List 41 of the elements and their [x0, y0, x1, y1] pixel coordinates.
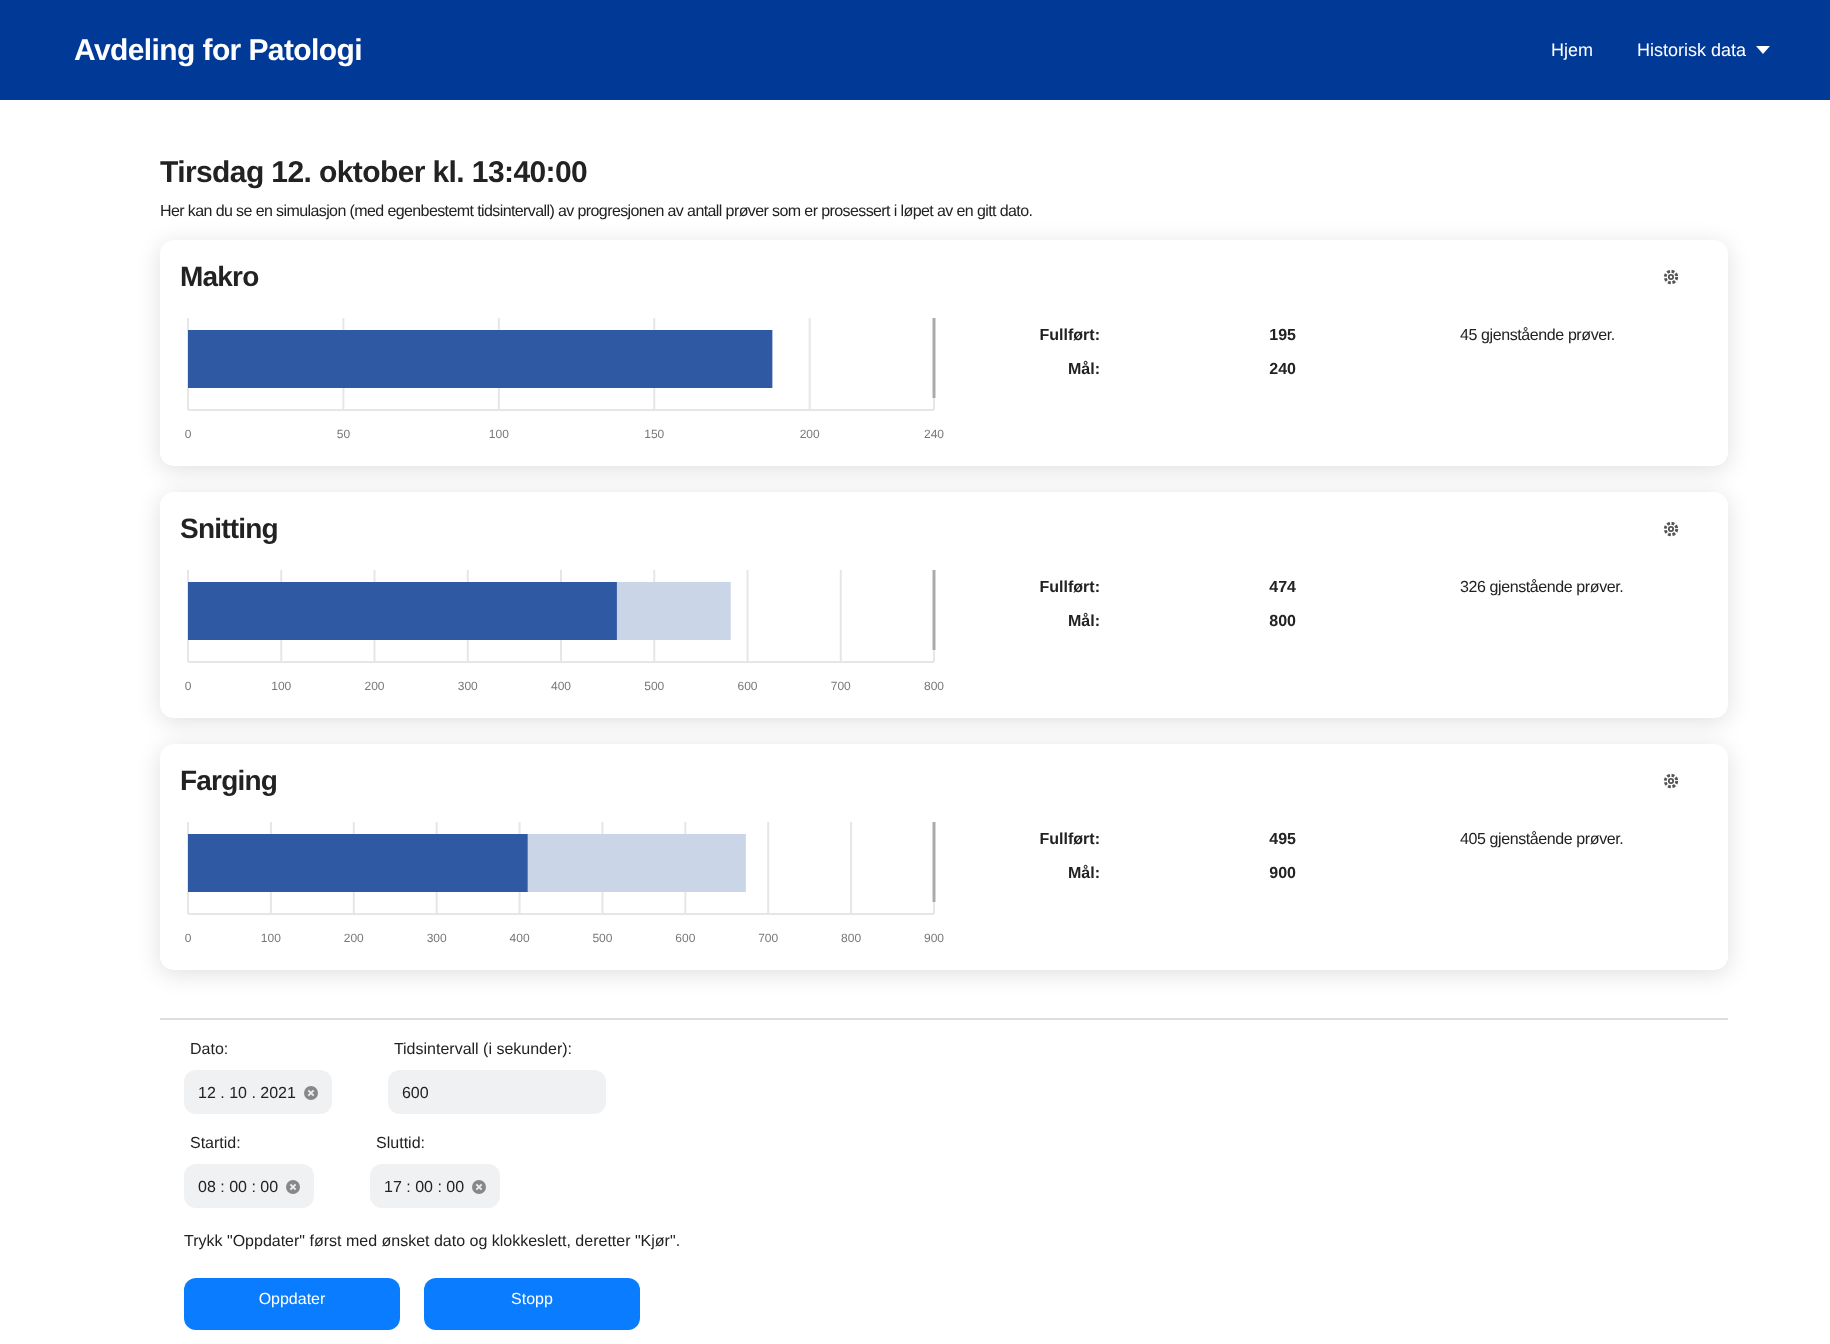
field-label: Tidsintervall (i sekunder):	[391, 1040, 575, 1058]
time-field[interactable]: 08 : 00 : 00	[184, 1164, 315, 1208]
nav-link[interactable]: Hjem	[1550, 40, 1593, 60]
clear-icon[interactable]	[286, 1179, 301, 1193]
field-label: Sluttid:	[374, 1134, 427, 1152]
action-button[interactable]: Stopp	[424, 1278, 640, 1330]
brand-link[interactable]: Avdeling for Patologi	[74, 33, 362, 67]
stat-label: Mål:	[1066, 864, 1100, 882]
stat-label: Fullført:	[1037, 830, 1100, 848]
remaining-text: 45 gjenstående prøver.	[1460, 326, 1615, 348]
stat-value: 900	[1267, 864, 1296, 882]
time-field[interactable]: 17 : 00 : 00	[370, 1164, 501, 1208]
clear-icon[interactable]	[472, 1179, 487, 1193]
field-label: Dato:	[188, 1040, 231, 1058]
remaining-text: 326 gjenstående prøver.	[1460, 578, 1624, 600]
settings-icon[interactable]	[1662, 267, 1680, 285]
settings-icon[interactable]	[1662, 519, 1680, 537]
stat-label: Fullført:	[1037, 326, 1100, 344]
field-label: Startid:	[188, 1134, 243, 1152]
number-field[interactable]: 600	[387, 1070, 606, 1114]
settings-icon[interactable]	[1662, 771, 1680, 789]
stat-value: 195	[1267, 326, 1296, 344]
remaining-text: 405 gjenstående prøver.	[1460, 830, 1624, 852]
panel-title: Makro	[180, 260, 259, 292]
stat-value: 474	[1267, 578, 1296, 596]
panel-title: Snitting	[180, 512, 278, 544]
stat-value: 495	[1267, 830, 1296, 848]
action-button[interactable]: Oppdater	[184, 1278, 400, 1330]
stat-value: 240	[1267, 360, 1296, 378]
nav-dropdown[interactable]: Historisk data	[1636, 40, 1770, 60]
stat-label: Fullført:	[1037, 578, 1100, 596]
stat-label: Mål:	[1066, 360, 1100, 378]
stat-value: 800	[1267, 612, 1296, 630]
date-field[interactable]: 12 . 10 . 2021	[184, 1070, 332, 1114]
panel-title: Farging	[180, 764, 278, 796]
stat-label: Mål:	[1066, 612, 1100, 630]
page-heading: Tirsdag 12. oktober kl. 13:40:00	[160, 156, 590, 190]
intro-text: Her kan du se en simulasjon (med egenbestemt tidsintervall) av progresjonen av antall prøver som er prosessert i løpet av en gitt dato.	[160, 202, 1035, 220]
clear-icon[interactable]	[303, 1085, 318, 1099]
caret-icon	[1756, 46, 1770, 54]
hint-text: Trykk "Oppdater" først med ønsket dato og klokkeslett, deretter "Kjør".	[184, 1232, 683, 1250]
